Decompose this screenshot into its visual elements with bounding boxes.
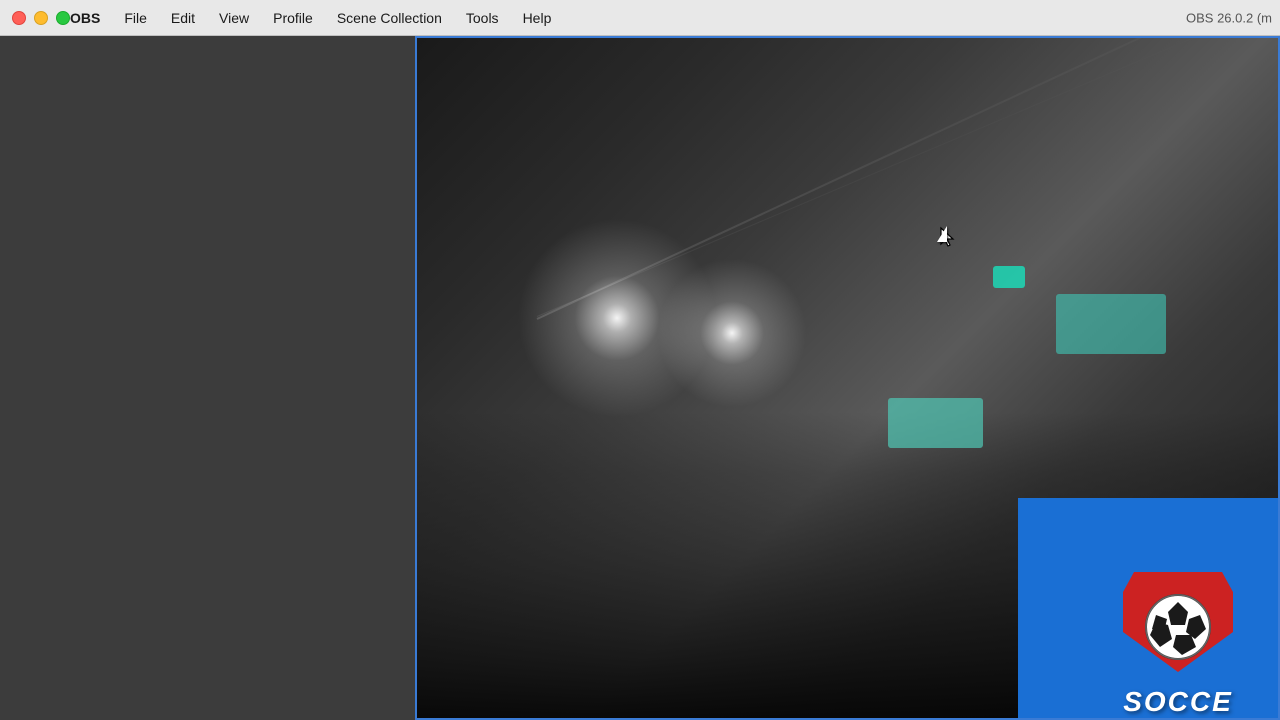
menu-items-container: OBS File Edit View Profile Scene Collect… bbox=[8, 6, 1272, 30]
menubar: OBS File Edit View Profile Scene Collect… bbox=[0, 0, 1280, 36]
main-content: SOCCE bbox=[0, 36, 1280, 720]
teal-overlay-small bbox=[993, 266, 1025, 288]
logo-container bbox=[1118, 572, 1238, 682]
traffic-lights bbox=[12, 11, 70, 25]
teal-overlay-medium bbox=[1056, 294, 1166, 354]
teal-overlay-lower bbox=[888, 398, 983, 448]
menu-profile[interactable]: Profile bbox=[261, 6, 325, 30]
close-button[interactable] bbox=[12, 11, 26, 25]
menu-scene-collection[interactable]: Scene Collection bbox=[325, 6, 454, 30]
preview-area[interactable]: SOCCE bbox=[415, 36, 1280, 720]
minimize-button[interactable] bbox=[34, 11, 48, 25]
menu-tools[interactable]: Tools bbox=[454, 6, 511, 30]
soccer-ball-icon bbox=[1138, 587, 1218, 667]
menu-help[interactable]: Help bbox=[511, 6, 564, 30]
menu-file[interactable]: File bbox=[112, 6, 159, 30]
version-label: OBS 26.0.2 (m bbox=[1186, 10, 1272, 25]
soccer-text-label: SOCCE bbox=[1123, 686, 1233, 718]
soccer-logo: SOCCE bbox=[1098, 518, 1258, 718]
menu-view[interactable]: View bbox=[207, 6, 261, 30]
menu-edit[interactable]: Edit bbox=[159, 6, 207, 30]
left-sidebar bbox=[0, 36, 415, 720]
light-source-2 bbox=[657, 258, 807, 408]
maximize-button[interactable] bbox=[56, 11, 70, 25]
